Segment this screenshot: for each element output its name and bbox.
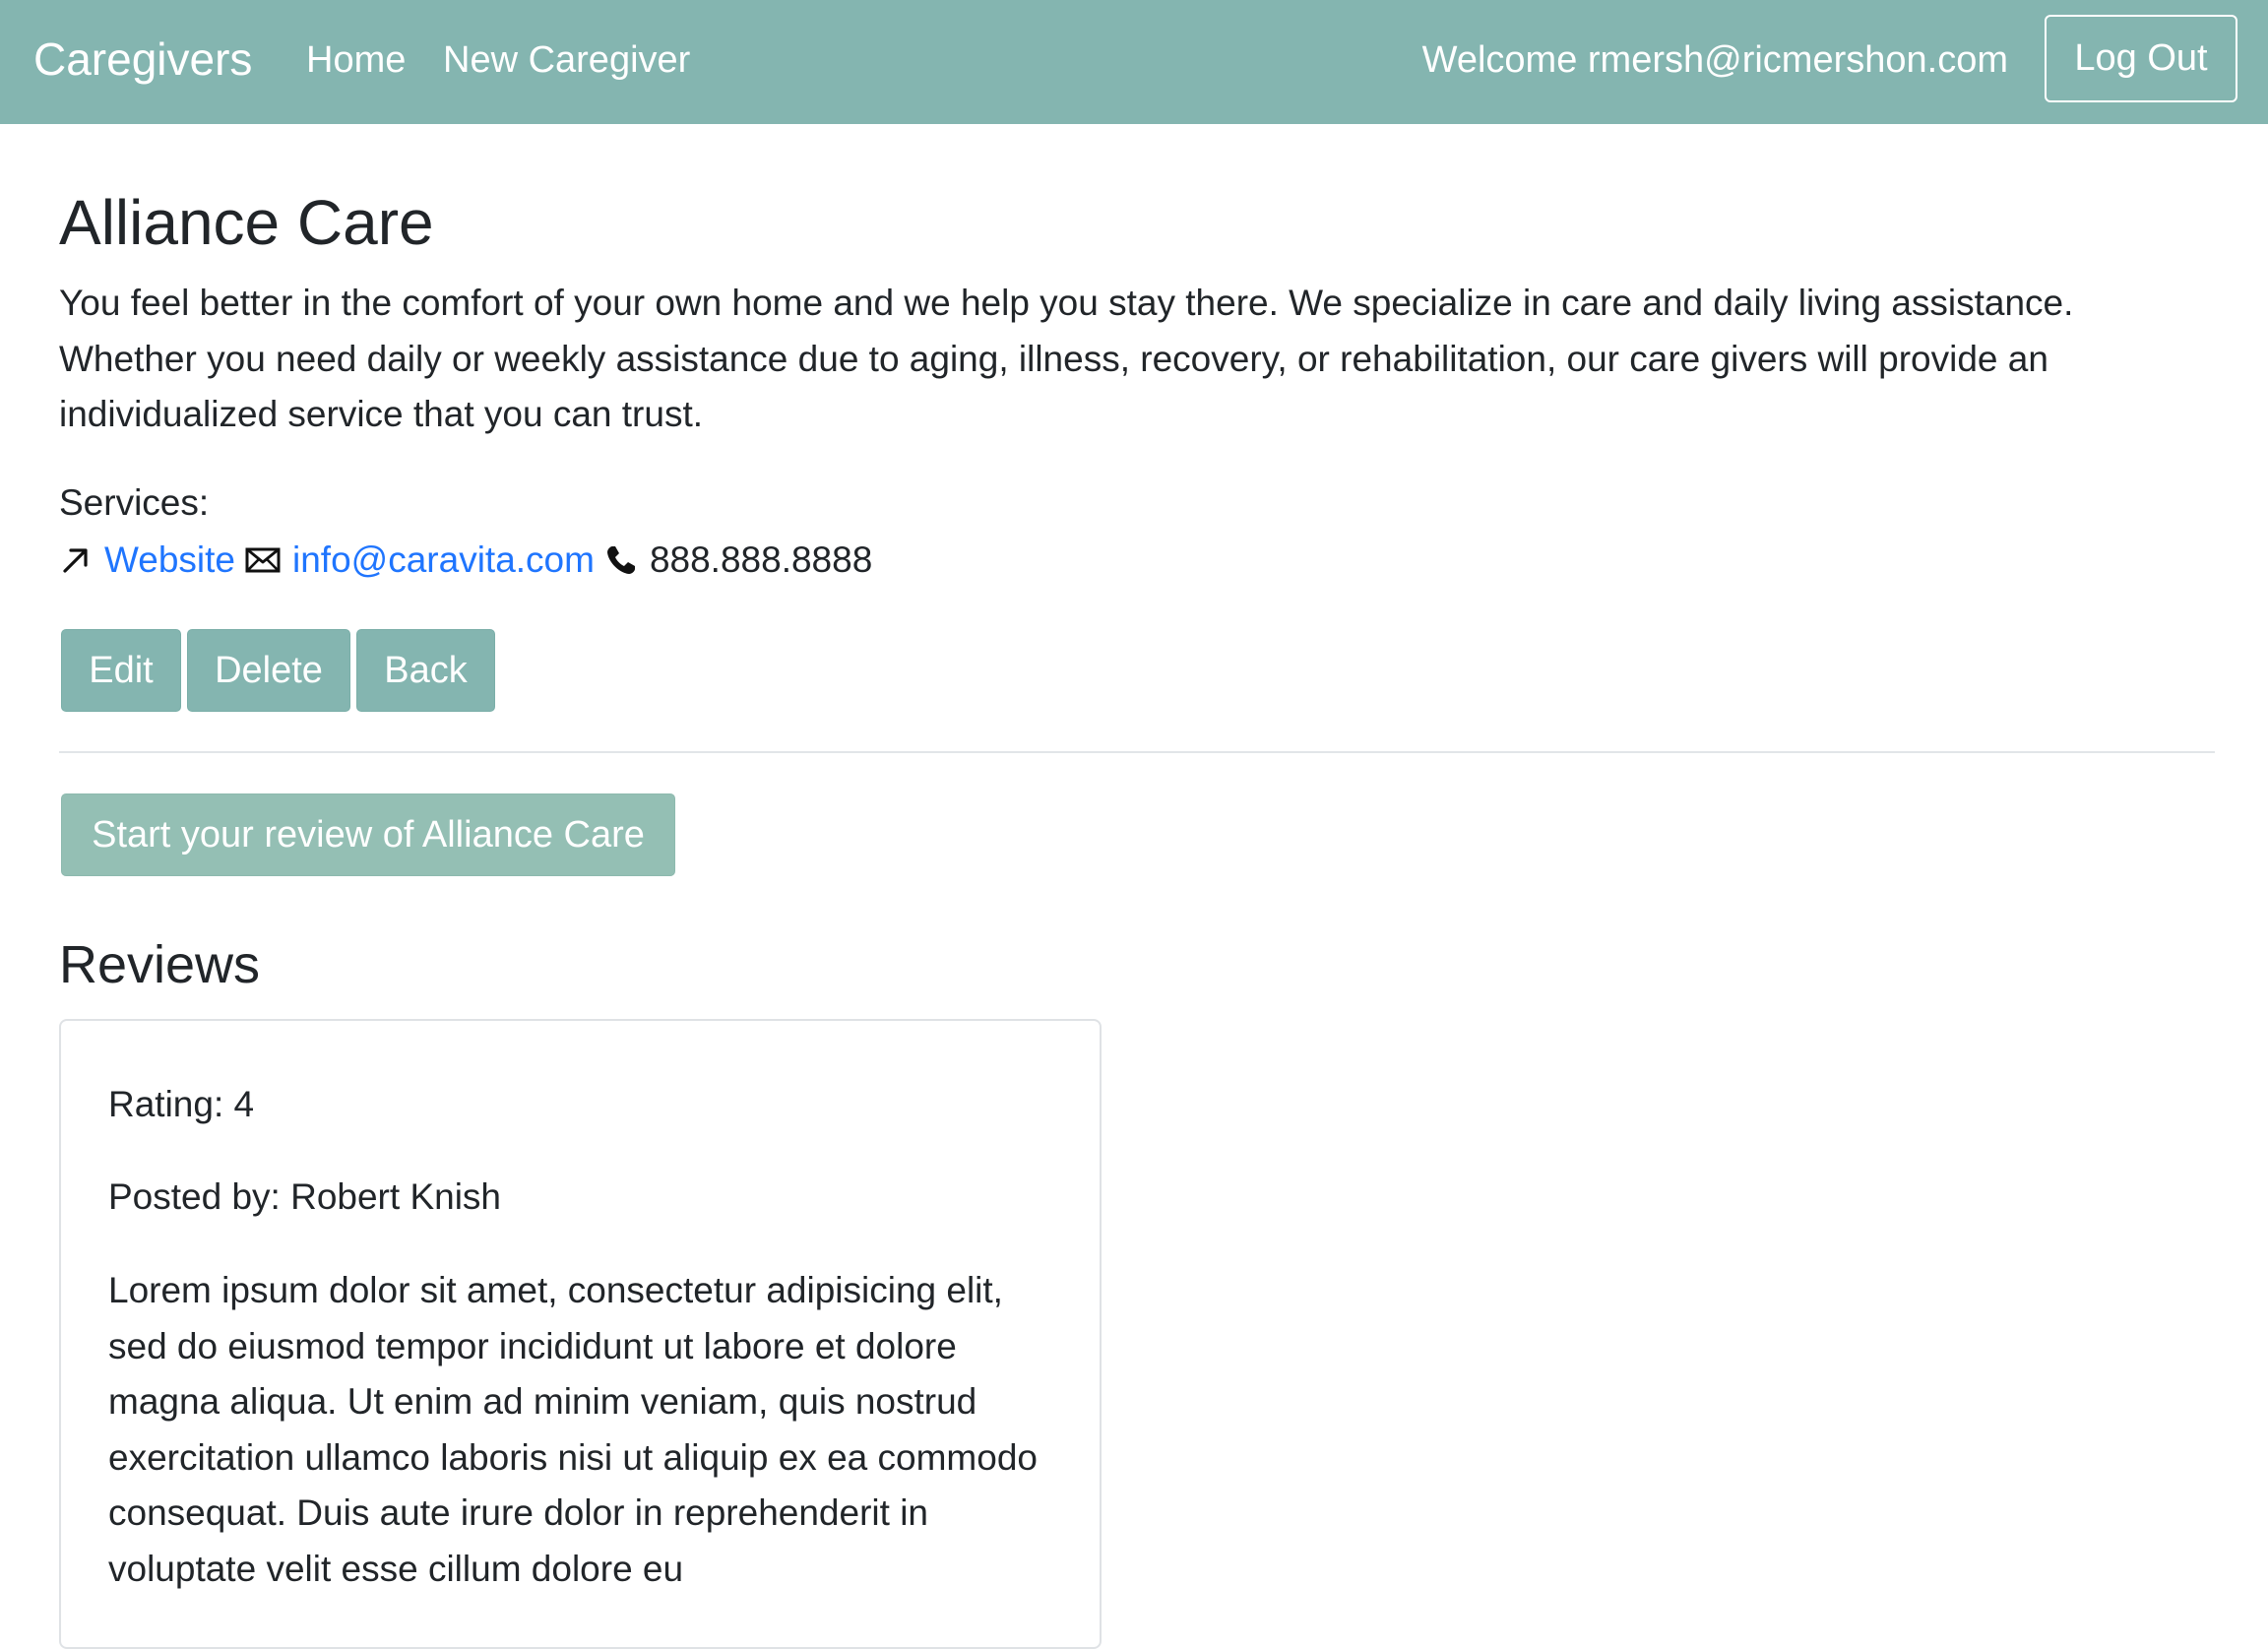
- navbar: Caregivers Home New Caregiver Welcome rm…: [0, 0, 2268, 124]
- brand-link[interactable]: Caregivers: [33, 32, 252, 87]
- email-link[interactable]: info@caravita.com: [292, 536, 595, 585]
- contact-row: Website info@caravita.com 888.888.8888: [59, 536, 872, 585]
- services-label: Services:: [59, 482, 210, 523]
- delete-button[interactable]: Delete: [187, 629, 350, 712]
- envelope-icon: [243, 543, 283, 577]
- nav-home-link[interactable]: Home: [306, 36, 406, 84]
- review-author: Posted by: Robert Knish: [108, 1176, 501, 1217]
- welcome-text: Welcome rmersh@ricmershon.com: [1421, 39, 2008, 81]
- caregiver-description: You feel better in the comfort of your o…: [59, 283, 2074, 434]
- edit-button[interactable]: Edit: [61, 629, 181, 712]
- website-link[interactable]: Website: [104, 536, 235, 585]
- page-title: Alliance Care: [59, 187, 434, 258]
- back-button[interactable]: Back: [356, 629, 495, 712]
- start-review-button[interactable]: Start your review of Alliance Care: [61, 793, 675, 876]
- reviews-heading: Reviews: [59, 935, 261, 994]
- review-rating: Rating: 4: [108, 1084, 255, 1124]
- divider: [59, 751, 2215, 753]
- logout-button[interactable]: Log Out: [2045, 15, 2237, 102]
- arrow-up-right-icon: [59, 543, 93, 577]
- phone-icon: [602, 543, 640, 577]
- review-body: Lorem ipsum dolor sit amet, consectetur …: [108, 1270, 1038, 1589]
- nav-new-caregiver-link[interactable]: New Caregiver: [443, 36, 690, 84]
- phone-number: 888.888.8888: [649, 539, 873, 580]
- review-card: Rating: 4 Posted by: Robert Knish Lorem …: [59, 1019, 1102, 1649]
